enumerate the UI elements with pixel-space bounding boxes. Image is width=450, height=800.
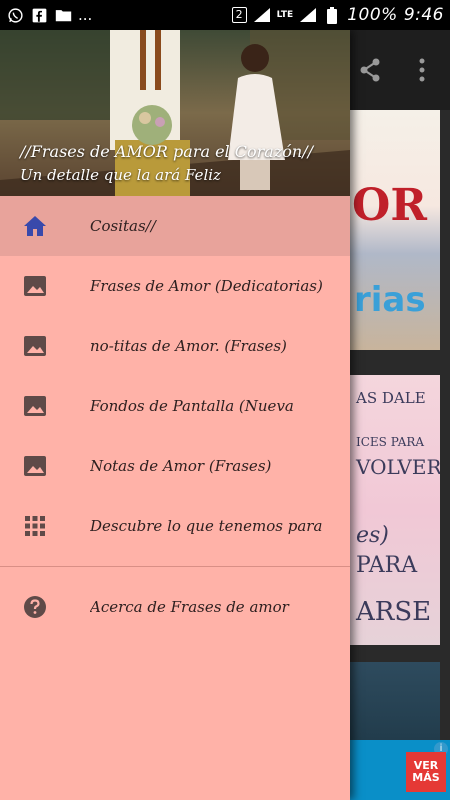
drawer-header-subtitle: Un detalle que la ará Feliz: [20, 166, 221, 184]
menu-item-label: Cositas//: [90, 217, 156, 235]
content-card[interactable]: OR rias: [350, 110, 440, 350]
status-right: 2 LTE 100% 9:46: [231, 5, 444, 25]
menu-item-no-titas[interactable]: no-titas de Amor. (Frases): [0, 316, 350, 376]
menu-item-label: Fondos de Pantalla (Nueva: [90, 397, 294, 415]
image-icon: [22, 454, 48, 478]
whatsapp-icon: [6, 7, 24, 23]
more-vert-icon[interactable]: [402, 50, 442, 90]
menu-item-label: no-titas de Amor. (Frases): [90, 337, 287, 355]
menu-item-acerca-de[interactable]: Acerca de Frases de amor: [0, 577, 350, 637]
signal-icon: [253, 7, 271, 23]
card-line: es): [356, 523, 389, 548]
card-word: rias: [354, 280, 426, 320]
menu-item-label: Descubre lo que tenemos para: [90, 517, 323, 535]
drawer-header: //Frases de AMOR para el Corazón// Un de…: [0, 30, 350, 196]
menu-item-label: Frases de Amor (Dedicatorias): [90, 277, 323, 295]
folder-icon: [54, 7, 72, 23]
card-line: VOLVER: [356, 455, 440, 479]
status-overflow: ...: [78, 6, 93, 24]
drawer-header-title: //Frases de AMOR para el Corazón//: [20, 142, 313, 161]
menu-item-descubre[interactable]: Descubre lo que tenemos para: [0, 496, 350, 556]
lte-label: LTE: [276, 10, 294, 20]
menu-item-label: Acerca de Frases de amor: [90, 598, 289, 616]
menu-item-cositas[interactable]: Cositas//: [0, 196, 350, 256]
signal-icon: [299, 7, 317, 23]
image-icon: [22, 274, 48, 298]
battery-percent: 100%: [347, 5, 398, 25]
drawer-menu: Cositas// Frases de Amor (Dedicatorias) …: [0, 196, 350, 637]
image-icon: [22, 334, 48, 358]
card-line: PARA: [356, 553, 418, 578]
screen: ... 2 LTE 100% 9:46 OR rias AS DALE ICES…: [0, 0, 450, 800]
card-line: ARSE: [356, 597, 432, 627]
ad-banner[interactable]: i VER MÁS: [350, 740, 450, 800]
menu-item-notas-de-amor[interactable]: Notas de Amor (Frases): [0, 436, 350, 496]
status-bar: ... 2 LTE 100% 9:46: [0, 0, 450, 30]
ad-cta-button[interactable]: VER MÁS: [406, 752, 446, 792]
menu-item-frases-de-amor[interactable]: Frases de Amor (Dedicatorias): [0, 256, 350, 316]
status-left: ...: [6, 6, 92, 24]
card-word: OR: [352, 180, 427, 231]
status-time: 9:46: [403, 5, 444, 25]
menu-divider: [0, 566, 350, 567]
help-icon: [22, 595, 48, 619]
menu-item-fondos-de-pantalla[interactable]: Fondos de Pantalla (Nueva: [0, 376, 350, 436]
navigation-drawer: //Frases de AMOR para el Corazón// Un de…: [0, 30, 350, 800]
image-icon: [22, 394, 48, 418]
facebook-icon: [30, 7, 48, 23]
card-line: ICES PARA: [356, 435, 425, 449]
share-icon[interactable]: [350, 50, 390, 90]
battery-icon: [323, 6, 341, 24]
grid-icon: [22, 514, 48, 538]
network-badge: 2: [231, 7, 247, 23]
card-line: AS DALE: [356, 389, 426, 407]
home-icon: [22, 214, 48, 238]
menu-item-label: Notas de Amor (Frases): [90, 457, 272, 475]
content-card[interactable]: AS DALE ICES PARA VOLVER es) PARA ARSE: [350, 375, 440, 645]
